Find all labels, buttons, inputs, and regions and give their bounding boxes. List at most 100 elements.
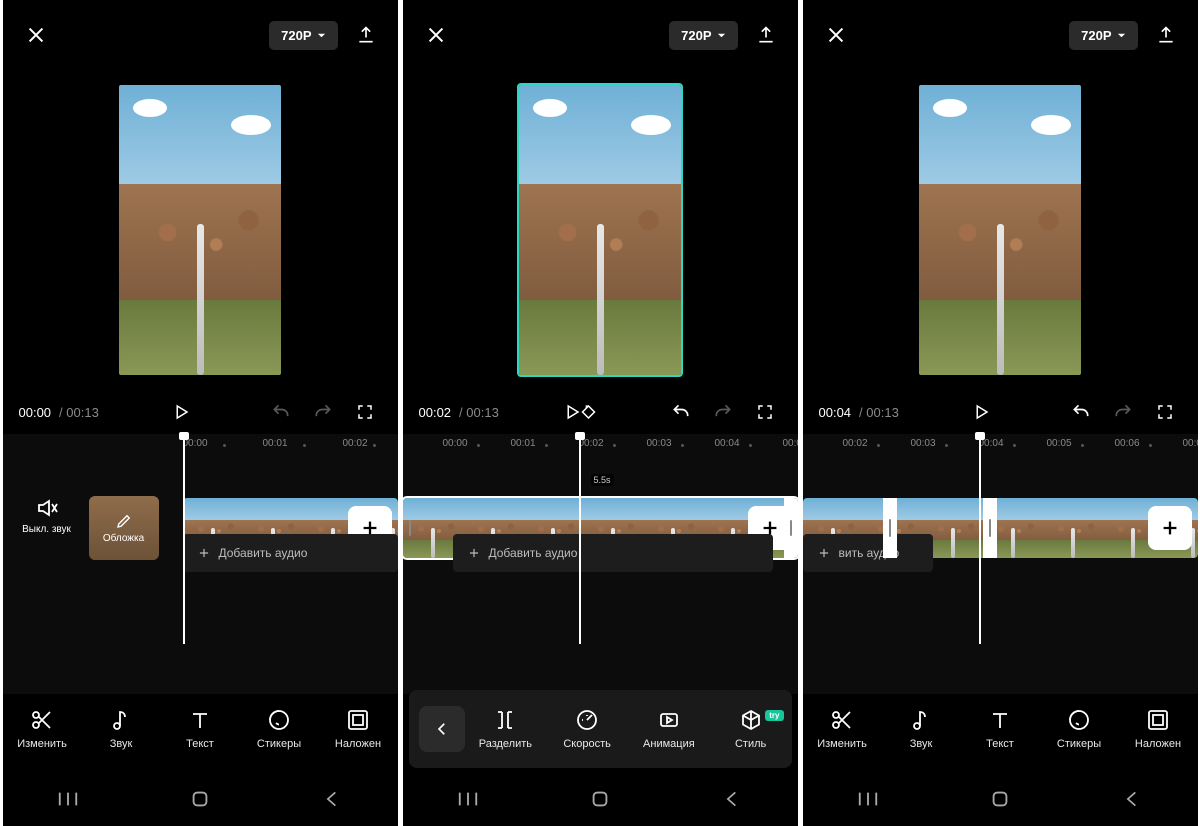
split-icon — [493, 708, 517, 732]
nav-home-button[interactable] — [986, 785, 1014, 813]
export-icon[interactable] — [756, 25, 776, 45]
tool-edit[interactable]: Изменить — [803, 708, 882, 750]
stickers-icon — [267, 708, 291, 732]
fullscreen-button[interactable] — [748, 395, 782, 429]
time-total: / 00:13 — [459, 405, 499, 420]
mute-button[interactable]: Выкл. звук — [15, 496, 79, 535]
playhead[interactable] — [579, 434, 581, 644]
sound-icon — [109, 708, 133, 732]
toolbar: ИзменитьЗвукТекстСтикерыНаложен — [803, 690, 1198, 768]
ruler-tick: 00:00 — [443, 438, 468, 449]
add-audio-button[interactable]: Добавить аудио — [453, 534, 773, 572]
ruler-dot — [945, 444, 948, 447]
ruler-dot — [1081, 444, 1084, 447]
export-icon[interactable] — [356, 25, 376, 45]
timeline[interactable]: 00:0000:0100:0200:0300:0400:05 5.5s Доба… — [403, 434, 798, 694]
resolution-button[interactable]: 720P — [1069, 21, 1137, 50]
playhead[interactable] — [183, 434, 185, 644]
style-icon — [739, 708, 763, 732]
timeline-ruler: 00:0000:0100:02 — [3, 434, 398, 458]
ruler-dot — [545, 444, 548, 447]
text-icon — [988, 708, 1012, 732]
ruler-tick: 00:07 — [1183, 438, 1198, 449]
timeline-ruler: 00:0000:0100:0200:0300:0400:05 — [403, 434, 798, 458]
phone-screen-2: 720P 00:02 / 00:13 00:0000:0100:0200:030… — [403, 0, 798, 826]
video-preview[interactable] — [919, 85, 1081, 375]
ruler-dot — [1013, 444, 1016, 447]
clip-split-handle[interactable] — [983, 498, 997, 558]
fullscreen-button[interactable] — [1148, 395, 1182, 429]
add-audio-button[interactable]: Добавить аудио — [183, 534, 398, 572]
close-icon[interactable] — [825, 24, 847, 46]
redo-button[interactable] — [306, 395, 340, 429]
ruler-dot — [223, 444, 226, 447]
redo-button[interactable] — [1106, 395, 1140, 429]
tool-anim[interactable]: Анимация — [628, 708, 710, 750]
phone-screen-3: 720P 00:04 / 00:13 00:0200:0300:0400:050… — [803, 0, 1198, 826]
nav-back-button[interactable] — [718, 785, 746, 813]
sound-icon — [909, 708, 933, 732]
tool-overlay[interactable]: Наложен — [1119, 708, 1198, 750]
ruler-tick: 00:04 — [715, 438, 740, 449]
resolution-label: 720P — [681, 28, 711, 43]
play-button[interactable] — [564, 395, 598, 429]
nav-recent-button[interactable] — [54, 785, 82, 813]
ruler-tick: 00:05 — [783, 438, 798, 449]
ruler-tick: 00:05 — [1047, 438, 1072, 449]
redo-button[interactable] — [706, 395, 740, 429]
close-icon[interactable] — [425, 24, 447, 46]
clip-split-handle[interactable] — [883, 498, 897, 558]
fullscreen-button[interactable] — [348, 395, 382, 429]
resolution-label: 720P — [1081, 28, 1111, 43]
ruler-dot — [477, 444, 480, 447]
ruler-dot — [749, 444, 752, 447]
play-button[interactable] — [964, 395, 998, 429]
play-button[interactable] — [164, 395, 198, 429]
time-total: / 00:13 — [59, 405, 99, 420]
edit-icon — [30, 708, 54, 732]
ruler-dot — [373, 444, 376, 447]
tool-text[interactable]: Текст — [161, 708, 240, 750]
tool-stickers[interactable]: Стикеры — [240, 708, 319, 750]
time-current: 00:00 — [19, 405, 52, 420]
tool-stickers[interactable]: Стикеры — [1040, 708, 1119, 750]
undo-button[interactable] — [1064, 395, 1098, 429]
tool-edit[interactable]: Изменить — [3, 708, 82, 750]
video-preview[interactable] — [519, 85, 681, 375]
tool-split[interactable]: Разделить — [465, 708, 547, 750]
nav-back-button[interactable] — [318, 785, 346, 813]
close-icon[interactable] — [25, 24, 47, 46]
tool-sound[interactable]: Звук — [82, 708, 161, 750]
phone-screen-1: 720P 00:00 / 00:13 00:0000:0100:02 Выкл.… — [3, 0, 398, 826]
nav-home-button[interactable] — [186, 785, 214, 813]
tool-text[interactable]: Текст — [961, 708, 1040, 750]
tool-style[interactable]: tryСтиль — [710, 708, 792, 750]
android-navbar — [403, 772, 798, 826]
toolbar-back-button[interactable] — [419, 706, 465, 752]
tool-speed[interactable]: Скорость — [546, 708, 628, 750]
undo-button[interactable] — [664, 395, 698, 429]
resolution-button[interactable]: 720P — [269, 21, 337, 50]
time-total: / 00:13 — [859, 405, 899, 420]
nav-back-button[interactable] — [1118, 785, 1146, 813]
video-preview[interactable] — [119, 85, 281, 375]
nav-recent-button[interactable] — [454, 785, 482, 813]
undo-button[interactable] — [264, 395, 298, 429]
text-icon — [188, 708, 212, 732]
tool-overlay[interactable]: Наложен — [319, 708, 398, 750]
cover-button[interactable]: Обложка — [89, 496, 159, 560]
timeline[interactable]: 00:0200:0300:0400:0500:0600:07 вить ауди… — [803, 434, 1198, 694]
ruler-tick: 00:01 — [511, 438, 536, 449]
add-clip-button[interactable] — [1148, 506, 1192, 550]
timeline[interactable]: 00:0000:0100:02 Выкл. звук Обложка Добави… — [3, 434, 398, 694]
edit-icon — [830, 708, 854, 732]
playhead[interactable] — [979, 434, 981, 644]
overlay-icon — [1146, 708, 1170, 732]
tool-sound[interactable]: Звук — [882, 708, 961, 750]
export-icon[interactable] — [1156, 25, 1176, 45]
nav-home-button[interactable] — [586, 785, 614, 813]
add-audio-button[interactable]: вить аудио — [803, 534, 933, 572]
android-navbar — [803, 772, 1198, 826]
nav-recent-button[interactable] — [854, 785, 882, 813]
resolution-button[interactable]: 720P — [669, 21, 737, 50]
